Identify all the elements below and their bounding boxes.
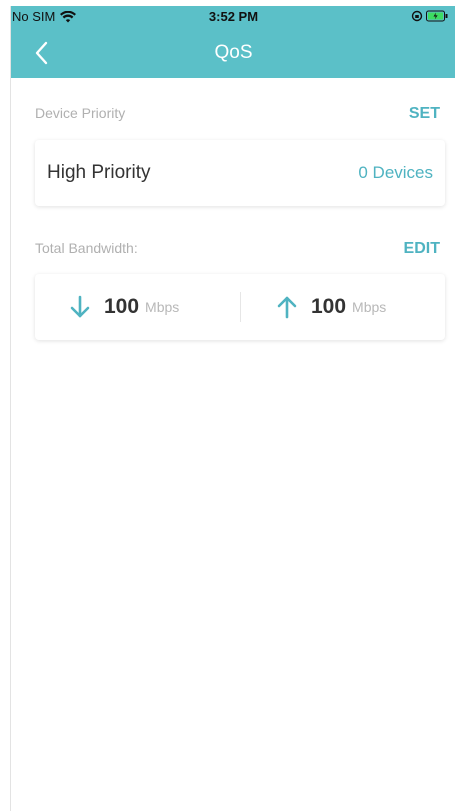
device-priority-label: Device Priority: [35, 105, 126, 121]
header-bar: No SIM 3:52 PM QoS: [11, 6, 455, 78]
priority-name: High Priority: [47, 162, 151, 183]
download-value: 100: [104, 295, 140, 318]
status-bar: No SIM 3:52 PM: [11, 6, 455, 28]
page-title: QoS: [214, 42, 253, 63]
status-right-icons: [411, 10, 448, 22]
arrow-down-icon: [70, 295, 90, 318]
app-screen: No SIM 3:52 PM QoS Device Priority SET H…: [10, 6, 455, 811]
device-count: 0 Devices: [358, 163, 433, 182]
download-bandwidth: 100 Mbps: [69, 274, 179, 340]
bandwidth-divider: [240, 292, 241, 322]
total-bandwidth-label: Total Bandwidth:: [35, 240, 138, 256]
set-button[interactable]: SET: [409, 105, 440, 123]
arrow-up-icon: [277, 296, 297, 319]
upload-bandwidth: 100 Mbps: [276, 274, 386, 340]
navigation-bar: QoS: [11, 30, 455, 76]
orientation-lock-icon: [411, 10, 423, 22]
upload-unit: Mbps: [352, 299, 387, 315]
high-priority-card[interactable]: High Priority 0 Devices: [35, 140, 445, 206]
status-time: 3:52 PM: [208, 9, 259, 24]
bandwidth-card: 100 Mbps 100 Mbps: [35, 274, 445, 340]
download-unit: Mbps: [145, 299, 180, 315]
upload-value: 100: [311, 295, 347, 318]
battery-icon: [426, 10, 448, 22]
edit-button[interactable]: EDIT: [404, 240, 440, 258]
